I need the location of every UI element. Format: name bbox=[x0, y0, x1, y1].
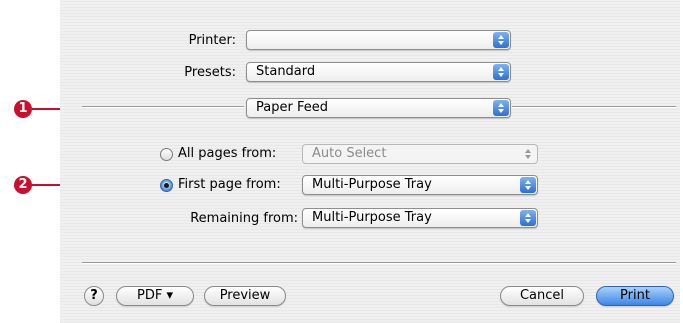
first-page-radio[interactable] bbox=[160, 179, 173, 192]
printer-popup[interactable] bbox=[246, 30, 511, 50]
callout-number-1: 1 bbox=[14, 100, 32, 118]
printer-label: Printer: bbox=[188, 33, 236, 48]
remaining-popup[interactable]: Multi-Purpose Tray bbox=[302, 208, 538, 228]
preview-button[interactable]: Preview bbox=[204, 286, 286, 306]
all-pages-label: All pages from: bbox=[178, 146, 277, 161]
popup-arrows-icon bbox=[520, 177, 536, 193]
popup-arrows-icon bbox=[520, 210, 536, 226]
presets-label: Presets: bbox=[184, 65, 236, 80]
first-page-label: First page from: bbox=[178, 177, 281, 192]
section-popup[interactable]: Paper Feed bbox=[246, 98, 511, 118]
all-pages-radio[interactable] bbox=[160, 148, 173, 161]
popup-arrows-icon bbox=[520, 146, 536, 162]
print-button[interactable]: Print bbox=[596, 286, 674, 306]
callout-number-2: 2 bbox=[14, 176, 32, 194]
remaining-value: Multi-Purpose Tray bbox=[312, 210, 432, 225]
presets-value: Standard bbox=[256, 64, 316, 79]
section-value: Paper Feed bbox=[256, 100, 328, 115]
presets-popup[interactable]: Standard bbox=[246, 62, 511, 82]
help-button[interactable]: ? bbox=[84, 286, 104, 306]
section-separator-left bbox=[82, 106, 244, 108]
remaining-label: Remaining from: bbox=[190, 211, 298, 226]
pdf-button[interactable]: PDF ▾ bbox=[116, 286, 194, 306]
print-dialog: Printer: Presets: Standard Paper Feed Al… bbox=[60, 0, 680, 323]
popup-arrows-icon bbox=[493, 32, 509, 48]
footer-separator bbox=[82, 262, 676, 264]
cancel-button[interactable]: Cancel bbox=[500, 286, 584, 306]
section-separator-right bbox=[512, 106, 676, 108]
popup-arrows-icon bbox=[493, 100, 509, 116]
popup-arrows-icon bbox=[493, 64, 509, 80]
all-pages-popup[interactable]: Auto Select bbox=[302, 144, 538, 164]
first-page-popup[interactable]: Multi-Purpose Tray bbox=[302, 175, 538, 195]
all-pages-value: Auto Select bbox=[312, 146, 387, 161]
first-page-value: Multi-Purpose Tray bbox=[312, 177, 432, 192]
